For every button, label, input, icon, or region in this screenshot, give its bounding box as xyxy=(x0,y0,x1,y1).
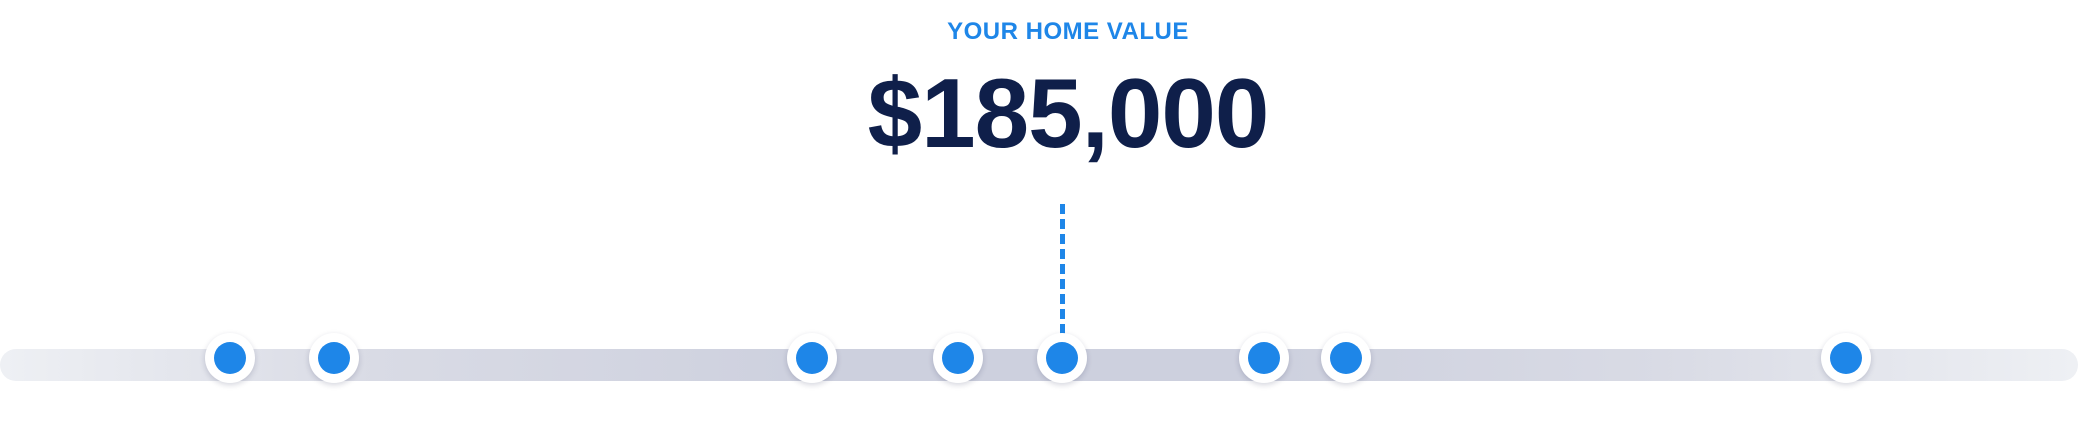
home-value-amount: $185,000 xyxy=(867,58,1270,168)
value-point[interactable] xyxy=(787,333,837,383)
value-point[interactable] xyxy=(1821,333,1871,383)
value-point[interactable] xyxy=(1321,333,1371,383)
value-point[interactable] xyxy=(933,333,983,383)
value-point[interactable] xyxy=(1239,333,1289,383)
value-point[interactable] xyxy=(309,333,359,383)
value-point[interactable] xyxy=(205,333,255,383)
home-value-widget: YOUR HOME VALUE $185,000 xyxy=(0,0,2080,426)
home-value-label: YOUR HOME VALUE xyxy=(947,18,1189,45)
value-point-selected[interactable] xyxy=(1037,333,1087,383)
